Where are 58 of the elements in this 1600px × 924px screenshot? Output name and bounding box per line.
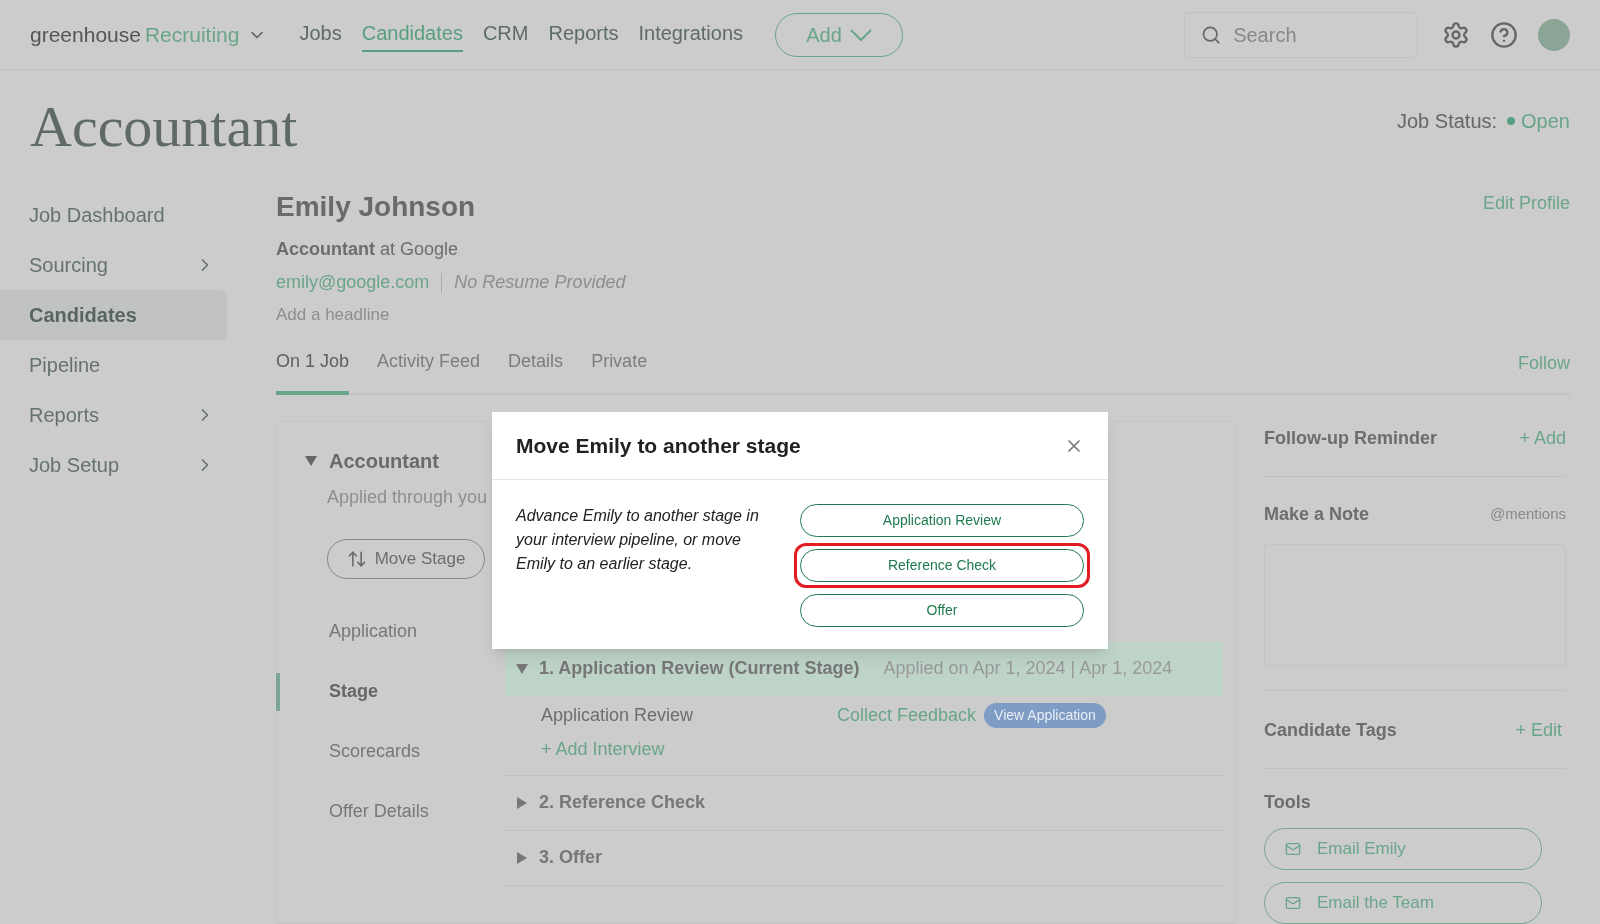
section-heading: Tools xyxy=(1264,790,1312,814)
edit-profile-link[interactable]: Edit Profile xyxy=(1482,190,1570,228)
triangle-icon[interactable] xyxy=(516,663,528,674)
sidebar-item[interactable]: Reports xyxy=(0,390,227,440)
tab[interactable]: Details xyxy=(508,347,564,395)
mentions-hint: @mentions xyxy=(1489,503,1566,524)
mail-icon xyxy=(1285,894,1301,911)
sidebar-item[interactable]: Job Dashboard xyxy=(0,190,227,240)
view-application-badge[interactable]: View Application xyxy=(984,703,1106,728)
section-link[interactable]: Offer Details xyxy=(276,792,505,831)
tab[interactable]: Activity Feed xyxy=(377,347,481,395)
tab[interactable]: Private xyxy=(591,347,648,395)
section-heading: Make a Note xyxy=(1264,502,1370,526)
triangle-icon[interactable] xyxy=(517,851,527,864)
job-status-value: Open xyxy=(1521,109,1570,134)
add-reminder-link[interactable]: + Add xyxy=(1519,424,1566,452)
job-status-label: Job Status: xyxy=(1397,109,1498,134)
dialog-description: Advance Emily to another stage in your interview pipeline, or move Emily to an earlier stage. xyxy=(516,506,760,574)
nav-link[interactable]: Reports xyxy=(548,17,619,52)
avatar[interactable] xyxy=(1538,18,1570,51)
sidebar-item[interactable]: Candidates xyxy=(0,290,227,340)
section-heading: Candidate Tags xyxy=(1264,718,1397,742)
tab[interactable]: On 1 Job xyxy=(276,347,350,395)
resume-status: No Resume Provided xyxy=(454,271,626,294)
headline-placeholder[interactable]: Add a headline xyxy=(276,302,1570,328)
candidate-title: Accountant at Google xyxy=(276,238,460,261)
sidebar-item[interactable]: Pipeline xyxy=(0,340,227,390)
nav-link[interactable]: Jobs xyxy=(299,17,342,52)
settings-icon[interactable] xyxy=(1442,20,1470,49)
search-input[interactable]: Search xyxy=(1233,19,1401,50)
brand-logo[interactable]: greenhouse xyxy=(30,18,141,51)
applied-source: Applied through you xyxy=(326,485,489,509)
add-interview-link[interactable]: + Add Interview xyxy=(505,735,1223,775)
section-heading: Follow-up Reminder xyxy=(1264,426,1437,450)
mail-icon xyxy=(1285,840,1301,857)
page-title: Accountant xyxy=(30,98,298,156)
help-icon[interactable] xyxy=(1490,20,1518,49)
stage-header[interactable]: 3. Offer xyxy=(505,830,1223,885)
product-name[interactable]: Recruiting xyxy=(144,18,240,51)
chevron-down-icon xyxy=(849,28,872,41)
dialog-title: Move Emily to another stage xyxy=(516,432,801,459)
stage-header[interactable]: 2. Reference Check xyxy=(505,775,1223,830)
search-field[interactable]: Search xyxy=(1184,11,1418,58)
sidebar-item[interactable]: Job Setup xyxy=(0,440,227,490)
nav-link[interactable]: CRM xyxy=(482,17,529,52)
collect-feedback-link[interactable]: Collect Feedback xyxy=(837,702,977,729)
job-title: Accountant xyxy=(329,448,439,474)
interview-name: Application Review xyxy=(541,704,695,727)
sidebar-item[interactable]: Sourcing xyxy=(0,240,227,290)
triangle-icon[interactable] xyxy=(305,455,317,466)
email-link[interactable]: emily@google.com xyxy=(276,269,430,296)
follow-link[interactable]: Follow xyxy=(1518,349,1570,393)
candidate-name: Emily Johnson xyxy=(276,190,476,224)
nav-link[interactable]: Integrations xyxy=(638,17,743,52)
nav-link[interactable]: Candidates xyxy=(361,17,463,52)
section-link[interactable]: Scorecards xyxy=(276,732,505,771)
triangle-icon[interactable] xyxy=(517,796,527,809)
edit-tags-link[interactable]: + Edit xyxy=(1515,716,1562,744)
